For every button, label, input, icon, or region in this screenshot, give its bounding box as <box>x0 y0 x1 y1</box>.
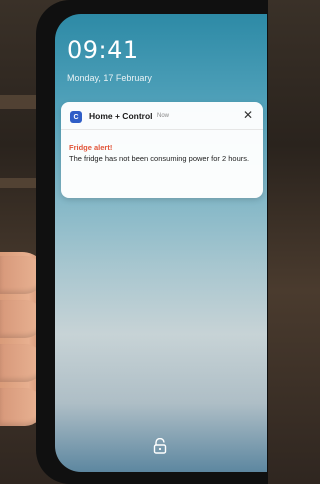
notification-header: C Home + Control Now ✕ <box>61 102 263 130</box>
home-control-app-icon: C <box>70 111 82 123</box>
clock-date: Monday, 17 February <box>67 73 152 83</box>
notification-card[interactable]: C Home + Control Now ✕ Fridge alert! The… <box>61 102 263 198</box>
notification-title: Fridge alert! <box>69 143 113 152</box>
notification-timestamp: Now <box>157 113 170 119</box>
unlock-icon[interactable] <box>153 438 167 454</box>
notification-body: The fridge has not been consuming power … <box>69 154 250 163</box>
clock-time: 09:41 <box>67 36 139 64</box>
close-icon[interactable]: ✕ <box>241 108 255 122</box>
notification-app-name: Home + Control <box>89 111 153 121</box>
lock-screen: 09:41 Monday, 17 February C Home + Contr… <box>55 14 267 472</box>
